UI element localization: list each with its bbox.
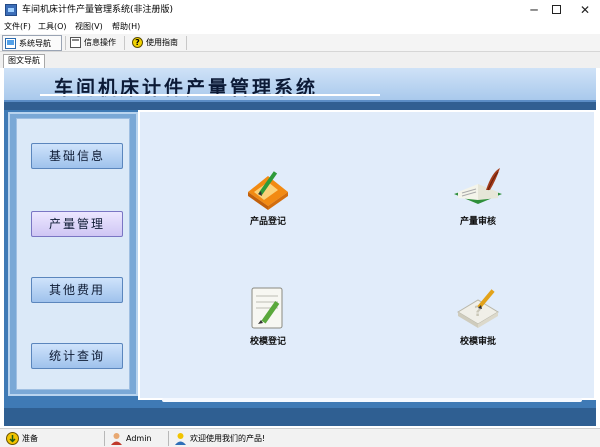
tab-strip: 图文导航 xyxy=(0,52,600,68)
status-message-text: 欢迎使用我们的产品! xyxy=(190,434,266,443)
bottom-highlight xyxy=(162,398,582,402)
help-icon: ? xyxy=(132,37,143,48)
menu-file[interactable]: 文件(F) xyxy=(4,21,31,33)
title-bar: 车间机床计件产量管理系统(非注册版) ─ ✕ xyxy=(0,0,600,20)
status-message: 欢迎使用我们的产品! xyxy=(172,431,265,446)
ready-icon xyxy=(6,432,19,445)
system-nav-label: 系统导航 xyxy=(19,39,51,48)
status-user: Admin xyxy=(108,431,152,446)
mold-register-tile[interactable]: 校模登记 xyxy=(218,284,318,347)
nav-output-management-button[interactable]: 产量管理 xyxy=(31,211,123,237)
user-guide-button[interactable]: ? 使用指南 xyxy=(130,35,178,51)
menu-bar: 文件(F) 工具(O) 视图(V) 帮助(H) xyxy=(0,20,600,34)
mold-register-icon xyxy=(238,284,298,332)
product-register-label: 产品登记 xyxy=(249,217,286,227)
nav-statistics-query-button[interactable]: 统计查询 xyxy=(31,343,123,369)
window-title: 车间机床计件产量管理系统(非注册版) xyxy=(22,5,174,15)
maximize-button[interactable] xyxy=(541,0,571,20)
menu-view[interactable]: 视图(V) xyxy=(75,21,103,33)
mold-register-label: 校模登记 xyxy=(249,337,286,347)
toolbar-separator xyxy=(124,36,125,50)
header-divider xyxy=(4,102,596,110)
status-ready-text: 准备 xyxy=(22,434,38,443)
app-icon xyxy=(5,4,17,16)
mold-approve-label: 校模审批 xyxy=(459,337,496,347)
title-underline xyxy=(40,94,380,96)
welcome-icon xyxy=(174,432,187,445)
user-guide-label: 使用指南 xyxy=(146,38,178,47)
menu-tools[interactable]: 工具(O) xyxy=(38,21,67,33)
user-icon xyxy=(110,432,123,445)
product-register-tile[interactable]: 产品登记 xyxy=(218,164,318,227)
menu-help[interactable]: 帮助(H) xyxy=(112,21,140,33)
info-operation-label: 信息操作 xyxy=(84,38,116,47)
status-bar: 准备 Admin 欢迎使用我们的产品! xyxy=(0,428,600,447)
left-nav: 基础信息 产量管理 其他费用 统计查询 xyxy=(8,112,138,396)
main-panel: 车间机床计件产量管理系统 基础信息 产量管理 其他费用 统计查询 产品登记 产量… xyxy=(4,68,596,426)
tab-graphic-nav[interactable]: 图文导航 xyxy=(3,54,45,68)
status-divider xyxy=(104,431,105,446)
output-audit-tile[interactable]: 产量审核 xyxy=(428,164,528,227)
function-area: 产品登记 产量审核 校模登记 ? 校模审批 xyxy=(138,110,596,400)
footer-bar xyxy=(4,408,596,426)
system-nav-button[interactable]: 系统导航 xyxy=(2,35,62,51)
output-audit-label: 产量审核 xyxy=(459,217,496,227)
output-audit-icon xyxy=(448,164,508,212)
nav-other-fees-button[interactable]: 其他费用 xyxy=(31,277,123,303)
nav-basic-info-button[interactable]: 基础信息 xyxy=(31,143,123,169)
status-ready: 准备 xyxy=(4,431,38,446)
mold-approve-icon: ? xyxy=(448,284,508,332)
close-button[interactable]: ✕ xyxy=(570,0,600,20)
toolbar-separator xyxy=(65,36,66,50)
status-divider xyxy=(168,431,169,446)
navigation-icon xyxy=(5,38,16,49)
header-banner: 车间机床计件产量管理系统 xyxy=(4,68,596,102)
status-user-text: Admin xyxy=(126,434,152,443)
mold-approve-tile[interactable]: ? 校模审批 xyxy=(428,284,528,347)
info-operation-button[interactable]: 信息操作 xyxy=(68,35,116,51)
product-register-icon xyxy=(238,164,298,212)
maximize-icon xyxy=(551,5,561,14)
left-nav-inner: 基础信息 产量管理 其他费用 统计查询 xyxy=(16,118,130,390)
document-icon xyxy=(70,37,81,48)
toolbar: 系统导航 信息操作 ? 使用指南 xyxy=(0,34,600,52)
toolbar-separator xyxy=(186,36,187,50)
